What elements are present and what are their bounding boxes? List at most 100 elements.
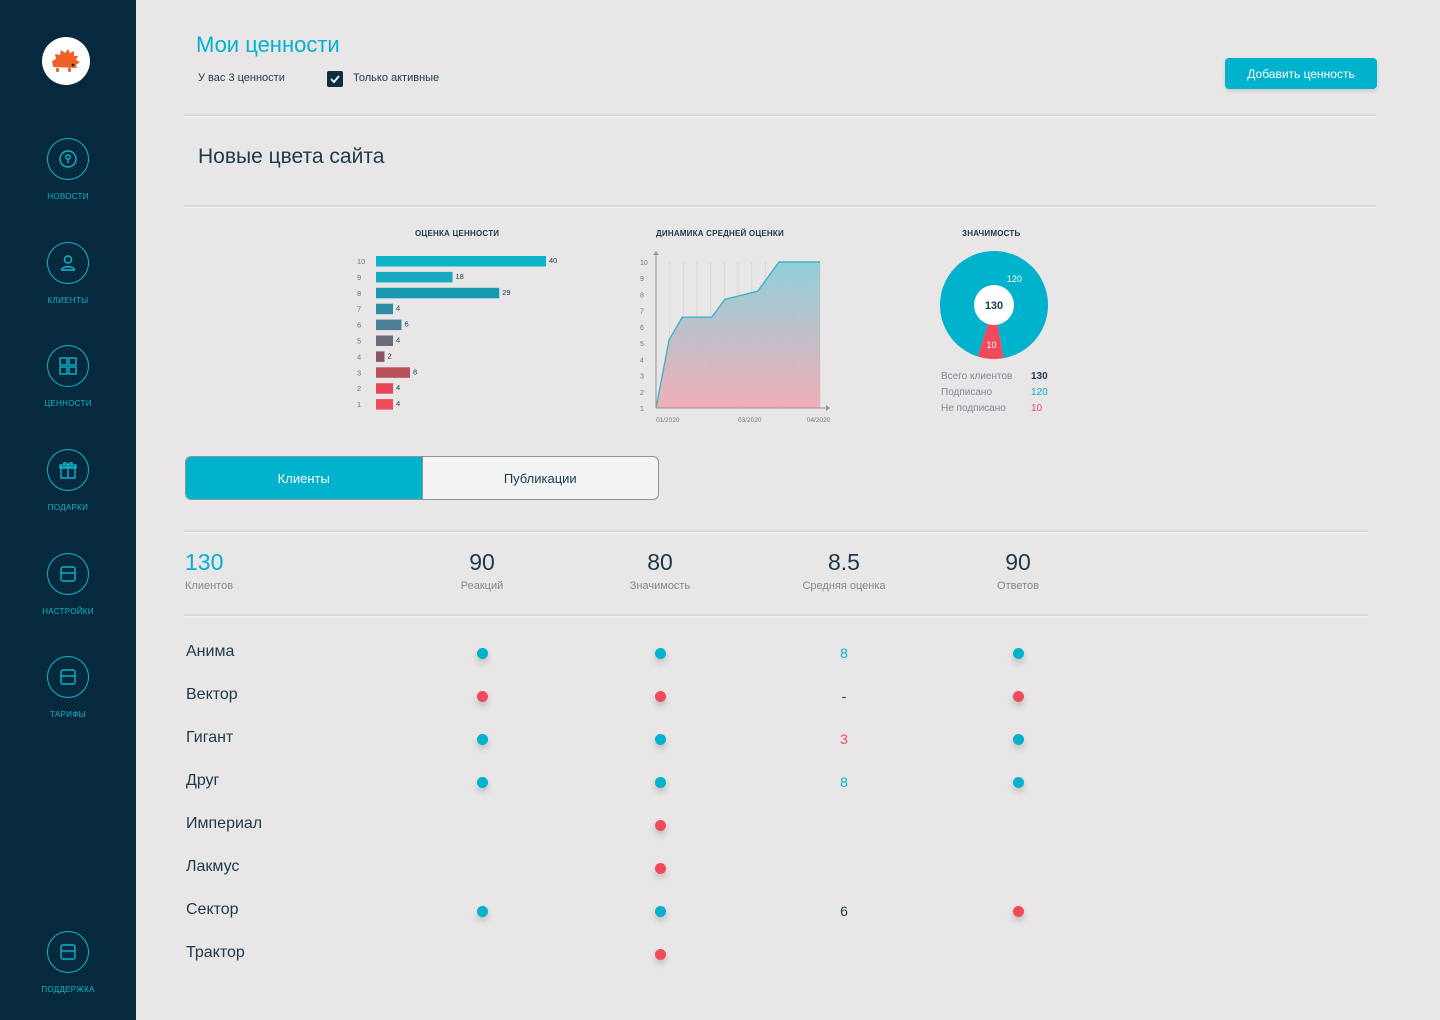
stat-average-rating: 8.5 Средняя оценка <box>802 549 886 592</box>
bar-value-label: 8 <box>413 367 417 376</box>
bar-value-label: 4 <box>396 304 400 313</box>
values-count: У вас 3 ценности <box>198 72 285 84</box>
bar-value-label: 4 <box>396 399 400 408</box>
significance-status-dot <box>654 948 666 960</box>
bar-category-label: 9 <box>357 273 361 282</box>
answers-status-dot <box>1012 776 1024 788</box>
answers-status-dot <box>1012 647 1024 659</box>
bar-category-label: 4 <box>357 352 361 361</box>
rating-bar <box>376 287 500 299</box>
client-name[interactable]: Друг <box>186 772 219 790</box>
x-tick-label: 03/2020 <box>738 417 762 424</box>
divider <box>184 205 1376 207</box>
check-icon <box>330 75 340 84</box>
y-tick-label: 1 <box>640 406 644 413</box>
sidebar-item-values[interactable]: ценности <box>0 345 136 408</box>
tab-publications[interactable]: Публикации <box>421 457 659 499</box>
rating-value: - <box>841 688 847 704</box>
answers-status-dot <box>1012 905 1024 917</box>
significance-legend: Всего клиентов 130 Подписано 120 Не подпис… <box>941 369 1048 417</box>
client-name[interactable]: Анима <box>186 643 234 661</box>
pie-slice-label: 10 <box>986 340 996 350</box>
pie-slice-label: 120 <box>1007 274 1022 284</box>
significance-status-dot <box>654 862 666 874</box>
y-axis-arrow <box>653 251 659 255</box>
significance-status-dot <box>654 905 666 917</box>
significance-donut-chart: 120 10 130 <box>940 251 1048 359</box>
add-value-button[interactable]: Добавить ценность <box>1225 58 1377 89</box>
rating-bar-chart: 10 409 188 297 46 65 44 23 82 41 4 <box>357 256 557 410</box>
rating-dynamics-chart: 1 2 3 4 5 6 7 8 9 10 01/2020 03/2020 04/2020 <box>640 251 831 424</box>
sidebar-item-label: ценности <box>44 399 92 408</box>
logo[interactable] <box>42 37 90 85</box>
bar-value-label: 29 <box>502 288 510 297</box>
sidebar-item-settings[interactable]: настройки <box>0 553 136 616</box>
significance-status-dot <box>654 647 666 659</box>
sidebar-item-label: клиенты <box>47 296 89 305</box>
bar-value-label: 2 <box>388 351 392 360</box>
significance-status-dot <box>654 819 666 831</box>
x-tick-label: 04/2020 <box>807 417 831 424</box>
hedgehog-icon <box>52 49 80 72</box>
answers-status-dot <box>1012 733 1024 745</box>
client-name[interactable]: Трактор <box>186 944 245 962</box>
y-tick-label: 7 <box>640 309 644 316</box>
rating-bar <box>376 256 546 267</box>
y-tick-label: 4 <box>640 357 644 364</box>
legend-row-signed: Подписано 120 <box>941 387 1048 398</box>
tab-clients[interactable]: Клиенты <box>186 457 422 499</box>
sidebar-item-gifts[interactable]: подарки <box>0 449 136 512</box>
sidebar-item-label: настройки <box>42 607 94 616</box>
stat-reactions: 90 Реакций <box>460 549 504 592</box>
rating-bar <box>376 351 385 362</box>
significance-status-dot <box>654 690 666 702</box>
sidebar-item-news[interactable]: новости <box>0 138 136 201</box>
bar-category-label: 7 <box>357 305 361 314</box>
active-only-checkbox[interactable] <box>327 71 343 87</box>
bar-value-label: 6 <box>405 320 409 329</box>
stat-clients: 130 Клиентов <box>185 549 234 592</box>
y-tick-label: 9 <box>640 276 644 283</box>
y-tick-label: 3 <box>640 374 644 381</box>
sidebar-item-tariffs[interactable]: тарифы <box>0 656 136 719</box>
y-tick-label: 8 <box>640 292 644 299</box>
bar-value-label: 4 <box>396 383 400 392</box>
rating-bar <box>376 271 453 283</box>
stat-significance: 80 Значимость <box>629 549 691 592</box>
sidebar-item-support[interactable]: поддержка <box>0 931 136 994</box>
significance-chart-title: ЗНАЧИМОСТЬ <box>962 229 1021 238</box>
client-name[interactable]: Лакмус <box>186 858 239 876</box>
bar-value-label: 40 <box>549 256 557 265</box>
sidebar-item-clients[interactable]: клиенты <box>0 242 136 305</box>
client-name[interactable]: Империал <box>186 815 262 833</box>
tariff-icon <box>47 656 89 698</box>
client-name[interactable]: Вектор <box>186 686 238 704</box>
rating-bar <box>376 383 393 394</box>
dynamics-chart-title: ДИНАМИКА СРЕДНЕЙ ОЦЕНКИ <box>656 229 784 238</box>
settings-icon <box>47 553 89 595</box>
bar-category-label: 10 <box>357 257 365 266</box>
rating-value: 6 <box>840 903 848 919</box>
legend-row-total: Всего клиентов 130 <box>941 371 1048 382</box>
support-icon <box>47 931 89 973</box>
value-title: Новые цвета сайта <box>198 145 385 168</box>
divider <box>184 530 1368 532</box>
x-axis-arrow <box>826 405 830 411</box>
bar-category-label: 1 <box>357 400 361 409</box>
bar-value-label: 18 <box>456 272 464 281</box>
page-title: Мои ценности <box>196 32 340 57</box>
reactions-status-dot <box>476 647 488 659</box>
active-only-label[interactable]: Только активные <box>353 72 439 84</box>
legend-row-unsigned: Не подписано 10 <box>941 403 1043 414</box>
client-name[interactable]: Гигант <box>186 729 233 747</box>
sidebar-item-label: тарифы <box>49 710 86 719</box>
donut-center-label: 130 <box>985 300 1003 312</box>
rating-bar <box>376 319 402 331</box>
view-tabs: Клиенты Публикации <box>185 456 659 500</box>
rating-value: 8 <box>840 645 848 661</box>
client-name[interactable]: Сектор <box>186 901 239 919</box>
rating-bar <box>376 335 393 346</box>
sidebar-item-label: поддержка <box>41 985 95 994</box>
bar-category-label: 2 <box>357 384 361 393</box>
reactions-status-dot <box>476 776 488 788</box>
